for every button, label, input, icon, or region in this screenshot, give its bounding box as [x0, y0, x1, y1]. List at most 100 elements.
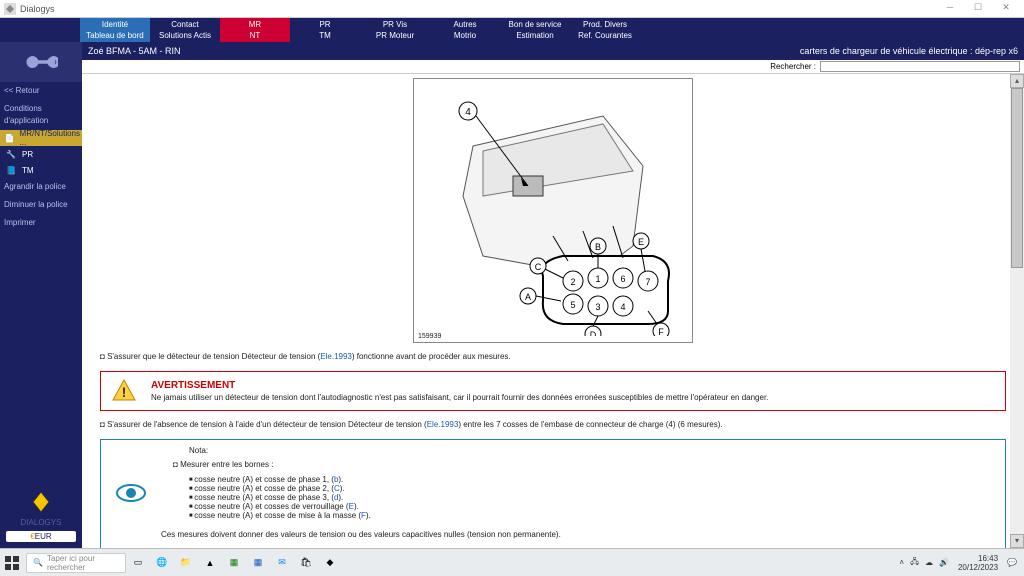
onedrive-icon[interactable]: ☁	[922, 558, 936, 567]
thunderbird-icon[interactable]: ✉	[272, 553, 292, 573]
window-maximize-button[interactable]: ☐	[964, 2, 992, 16]
note-intro: Mesurer entre les bornes :	[173, 459, 995, 471]
note-item: cosse neutre (A) et cosse de phase 1, (b…	[189, 475, 995, 484]
breadcrumb-bar: Zoé BFMA - 5AM - RIN carters de chargeur…	[82, 42, 1024, 60]
content-area: Zoé BFMA - 5AM - RIN carters de chargeur…	[82, 42, 1024, 548]
svg-text:4: 4	[620, 302, 625, 312]
vertical-scrollbar[interactable]: ▴ ▾	[1010, 74, 1024, 548]
figure-number: 159939	[418, 333, 441, 340]
sidebar-action-1[interactable]: Diminuer la police	[0, 196, 82, 214]
scroll-thumb[interactable]	[1011, 88, 1023, 268]
link-ele1993[interactable]: Ele.1993	[427, 420, 459, 429]
network-icon[interactable]: 🖧	[907, 556, 922, 570]
sidebar-tab-pr[interactable]: 🔧PR	[0, 146, 82, 162]
svg-text:2: 2	[570, 277, 575, 287]
topmenu-col-4[interactable]: PR VisPR Moteur	[360, 18, 430, 42]
link-terminal[interactable]: d	[334, 493, 338, 502]
sidebar: << RetourConditions d'application 📄MR/NT…	[0, 42, 82, 548]
svg-text:A: A	[525, 292, 531, 302]
store-icon[interactable]: 🛍	[296, 553, 316, 573]
search-label: Rechercher :	[770, 62, 816, 71]
system-tray[interactable]: ˄ 🖧 ☁ 🔊 16:43 20/12/2023 💬	[896, 554, 1020, 572]
search-input[interactable]	[820, 61, 1020, 72]
excel-icon[interactable]: ▦	[224, 553, 244, 573]
note-item: cosse neutre (A) et cosse de phase 3, (d…	[189, 493, 995, 502]
window-title: Dialogys	[20, 4, 55, 14]
taskbar: 🔍 Taper ici pour rechercher ▭ 🌐 📁 ▲ ▦ ▦ …	[0, 548, 1024, 576]
breadcrumb-left: Zoé BFMA - 5AM - RIN	[88, 46, 800, 56]
task-view-icon[interactable]: ▭	[128, 553, 148, 573]
topmenu-col-6[interactable]: Bon de serviceEstimation	[500, 18, 570, 42]
link-terminal[interactable]: C	[334, 484, 340, 493]
warning-text: Ne jamais utiliser un détecteur de tensi…	[151, 393, 768, 402]
sidebar-tab-mrntsolutions[interactable]: 📄MR/NT/Solutions ...	[0, 130, 82, 146]
paragraph: S'assurer que le détecteur de tension Dé…	[100, 351, 1006, 363]
svg-text:6: 6	[620, 274, 625, 284]
note-item: cosse neutre (A) et cosses de verrouilla…	[189, 502, 995, 511]
tab-icon: 📘	[2, 164, 20, 176]
sidebar-nav-1[interactable]: Conditions d'application	[0, 100, 82, 130]
topmenu-col-1[interactable]: ContactSolutions Actis	[150, 18, 220, 42]
link-terminal[interactable]: E	[349, 502, 354, 511]
window-minimize-button[interactable]: ─	[936, 2, 964, 16]
scroll-down-button[interactable]: ▾	[1010, 534, 1024, 548]
note-closing: Ces mesures doivent donner des valeurs d…	[161, 530, 995, 539]
tab-icon: 🔧	[2, 148, 20, 160]
svg-text:7: 7	[645, 277, 650, 287]
sidebar-nav-0[interactable]: << Retour	[0, 82, 82, 100]
brand-logo: DIALOGYS €EUR	[0, 484, 82, 548]
scroll-up-button[interactable]: ▴	[1010, 74, 1024, 88]
technical-figure: 4 2 1 6 7 5 3 4 A B C D E	[413, 78, 693, 343]
document-body: 4 2 1 6 7 5 3 4 A B C D E	[82, 74, 1024, 548]
brand-label: DIALOGYS	[6, 518, 76, 527]
app-icon	[4, 3, 16, 15]
start-button[interactable]	[4, 555, 20, 571]
note-box: Nota: Mesurer entre les bornes : cosse n…	[100, 439, 1006, 548]
window-close-button[interactable]: ✕	[992, 2, 1020, 16]
svg-text:5: 5	[570, 300, 575, 310]
window-titlebar: Dialogys ─ ☐ ✕	[0, 0, 1024, 18]
note-item: cosse neutre (A) et cosse de mise à la m…	[189, 511, 995, 520]
search-bar: Rechercher :	[82, 60, 1024, 74]
svg-text:E: E	[638, 237, 644, 247]
explorer-icon[interactable]: 📁	[176, 553, 196, 573]
vlc-icon[interactable]: ▲	[200, 553, 220, 573]
warning-title: AVERTISSEMENT	[151, 380, 768, 391]
topmenu-col-0[interactable]: IdentitéTableau de bord	[80, 18, 150, 42]
dialogys-task-icon[interactable]: ◆	[320, 553, 340, 573]
svg-text:D: D	[590, 330, 597, 336]
topmenu-col-5[interactable]: AutresMotrio	[430, 18, 500, 42]
eye-icon	[111, 446, 151, 539]
svg-text:C: C	[535, 262, 542, 272]
link-terminal[interactable]: b	[334, 475, 338, 484]
topmenu-col-3[interactable]: PRTM	[290, 18, 360, 42]
topmenu-col-2[interactable]: MRNT	[220, 18, 290, 42]
paragraph: S'assurer de l'absence de tension à l'ai…	[100, 419, 1006, 431]
word-icon[interactable]: ▦	[248, 553, 268, 573]
currency-badge[interactable]: €EUR	[6, 531, 76, 542]
notifications-icon[interactable]: 💬	[1004, 558, 1020, 567]
taskbar-clock[interactable]: 16:43 20/12/2023	[952, 554, 1004, 572]
svg-text:4: 4	[465, 107, 471, 118]
link-terminal[interactable]: F	[361, 511, 366, 520]
taskbar-search[interactable]: 🔍 Taper ici pour rechercher	[26, 553, 126, 573]
wrench-icon	[0, 42, 82, 82]
sidebar-action-0[interactable]: Agrandir la police	[0, 178, 82, 196]
svg-text:1: 1	[595, 274, 600, 284]
volume-icon[interactable]: 🔊	[936, 558, 952, 567]
sidebar-action-2[interactable]: Imprimer	[0, 214, 82, 232]
note-heading: Nota:	[189, 446, 995, 455]
breadcrumb-right: carters de chargeur de véhicule électriq…	[800, 46, 1018, 56]
tab-icon: 📄	[2, 132, 18, 144]
sidebar-tab-tm[interactable]: 📘TM	[0, 162, 82, 178]
top-menu: IdentitéTableau de bordContactSolutions …	[0, 18, 1024, 42]
warning-box: ! AVERTISSEMENT Ne jamais utiliser un dé…	[100, 371, 1006, 411]
note-item: cosse neutre (A) et cosse de phase 2, (C…	[189, 484, 995, 493]
edge-icon[interactable]: 🌐	[152, 553, 172, 573]
svg-text:!: !	[122, 384, 127, 400]
tray-chevron-icon[interactable]: ˄	[896, 558, 907, 567]
topmenu-col-7[interactable]: Prod. DiversRef. Courantes	[570, 18, 640, 42]
link-ele1993[interactable]: Ele.1993	[320, 352, 352, 361]
svg-text:3: 3	[595, 302, 600, 312]
svg-text:F: F	[658, 327, 664, 336]
